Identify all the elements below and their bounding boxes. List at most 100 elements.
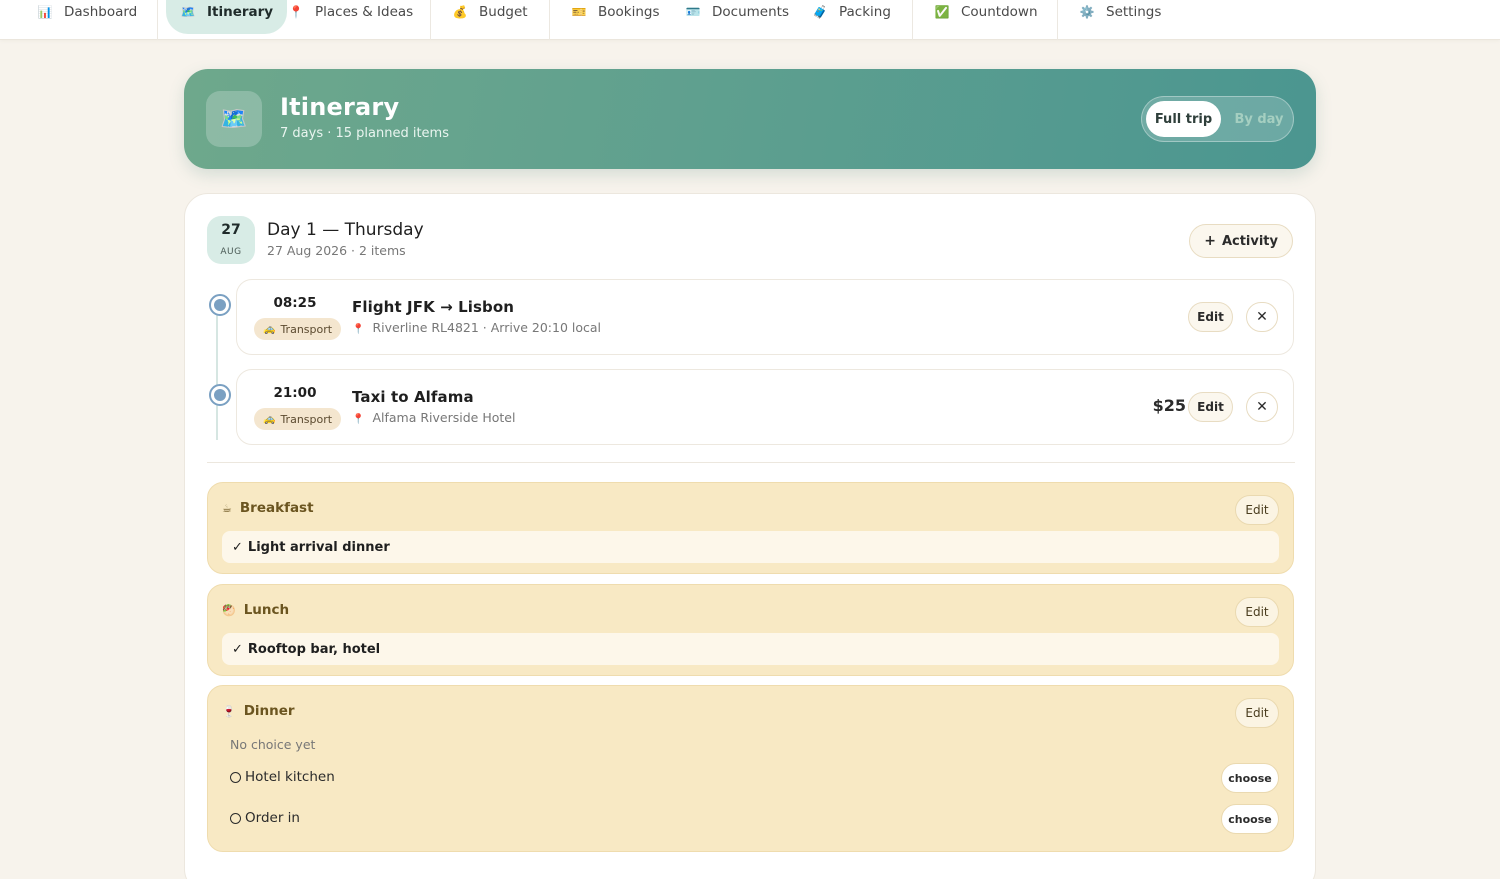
activity-location: 📍 Riverline RL4821 · Arrive 20:10 local	[352, 320, 601, 335]
no-choice-text: No choice yet	[230, 737, 316, 752]
nav-countdown[interactable]: ✅ Countdown	[934, 0, 1038, 34]
delete-activity-button[interactable]: ✕	[1246, 392, 1278, 422]
date-month: AUG	[220, 247, 242, 257]
timeline-dot	[209, 294, 231, 316]
nav-packing-label: Packing	[839, 4, 891, 20]
meal-choice-text: Light arrival dinner	[247, 539, 390, 555]
page-title: Itinerary	[280, 93, 400, 121]
add-activity-label: Activity	[1221, 233, 1278, 249]
location-pin-icon: 📍	[352, 414, 365, 425]
meal-choice-text: Rooftop bar, hotel	[247, 641, 381, 657]
nav-dashboard-label: Dashboard	[64, 4, 138, 20]
meal-label: Dinner	[243, 703, 295, 719]
check-icon: ✓	[232, 641, 243, 657]
taxi-icon: 🚕	[263, 323, 276, 335]
nav-bookings[interactable]: 🎫 Bookings	[571, 0, 660, 34]
activity-price: $25	[1152, 396, 1186, 415]
section-divider	[207, 462, 1295, 463]
pin-icon: 📍	[288, 5, 304, 19]
meal-lunch: 🥙 Lunch Edit ✓ Rooftop bar, hotel	[207, 584, 1294, 676]
wine-glass-icon: 🍷	[222, 704, 236, 718]
ticket-icon: 🎫	[571, 5, 587, 19]
meal-option-label: Hotel kitchen	[245, 769, 335, 785]
check-icon: ✓	[232, 539, 243, 555]
date-badge: 27 AUG	[207, 216, 255, 264]
radio-circle-icon	[230, 812, 241, 824]
day-subtitle: 27 Aug 2026 · 2 items	[267, 243, 406, 258]
map-icon: 🗺️	[180, 5, 196, 19]
nav-divider	[157, 0, 158, 40]
money-bag-icon: 💰	[452, 5, 468, 19]
meal-choice: ✓ Rooftop bar, hotel	[222, 633, 1279, 665]
meal-option-label: Order in	[245, 810, 300, 826]
taxi-icon: 🚕	[263, 413, 276, 425]
meal-header: ☕ Breakfast	[222, 500, 314, 516]
edit-activity-button[interactable]: Edit	[1188, 302, 1233, 332]
nav-places[interactable]: 📍 Places & Ideas	[288, 0, 414, 34]
activity-time: 08:25	[273, 295, 317, 311]
meal-label: Lunch	[243, 602, 290, 618]
falafel-icon: 🥙	[222, 603, 236, 617]
nav-countdown-label: Countdown	[961, 4, 1038, 20]
radio-circle-icon	[230, 771, 241, 783]
top-navigation: 📊 Dashboard 🗺️ Itinerary 📍 Places & Idea…	[0, 0, 1500, 40]
page-subtitle: 7 days · 15 planned items	[280, 126, 449, 141]
date-day: 27	[221, 222, 241, 238]
activity-card[interactable]: 21:00 🚕 Transport Taxi to Alfama 📍 Alfama…	[236, 369, 1294, 445]
nav-itinerary[interactable]: 🗺️ Itinerary	[166, 0, 288, 34]
delete-activity-button[interactable]: ✕	[1246, 302, 1278, 332]
day-title: Day 1 — Thursday	[267, 220, 424, 240]
add-activity-button[interactable]: + Activity	[1189, 224, 1293, 258]
nav-divider	[430, 0, 431, 40]
map-icon: 🗺️	[206, 91, 262, 147]
nav-budget[interactable]: 💰 Budget	[452, 0, 528, 34]
timeline-dot	[209, 384, 231, 406]
edit-meal-button[interactable]: Edit	[1235, 495, 1279, 525]
activity-title: Taxi to Alfama	[352, 388, 474, 406]
meal-option[interactable]: Order in	[230, 810, 300, 826]
activity-location-text: Alfama Riverside Hotel	[372, 410, 516, 425]
itinerary-header: 🗺️ Itinerary 7 days · 15 planned items F…	[184, 69, 1316, 169]
choose-option-button[interactable]: choose	[1221, 804, 1279, 834]
activity-location-text: Riverline RL4821 · Arrive 20:10 local	[372, 320, 602, 335]
nav-dashboard[interactable]: 📊 Dashboard	[37, 0, 138, 34]
day-card: 27 AUG Day 1 — Thursday 27 Aug 2026 · 2 …	[184, 193, 1316, 879]
nav-divider	[1057, 0, 1058, 40]
nav-packing[interactable]: 🧳 Packing	[812, 0, 891, 34]
activity-time: 21:00	[273, 385, 317, 401]
activity-card[interactable]: 08:25 🚕 Transport Flight JFK → Lisbon 📍 R…	[236, 279, 1294, 355]
nav-settings-label: Settings	[1106, 4, 1162, 20]
category-tag-label: Transport	[280, 412, 333, 426]
edit-activity-button[interactable]: Edit	[1188, 392, 1233, 422]
nav-bookings-label: Bookings	[598, 4, 660, 20]
nav-documents[interactable]: 🪪 Documents	[685, 0, 789, 34]
edit-meal-button[interactable]: Edit	[1235, 597, 1279, 627]
nav-documents-label: Documents	[712, 4, 789, 20]
meal-dinner: 🍷 Dinner Edit No choice yet Hotel kitche…	[207, 685, 1294, 852]
meal-breakfast: ☕ Breakfast Edit ✓ Light arrival dinner	[207, 482, 1294, 574]
coffee-icon: ☕	[222, 501, 232, 515]
plus-icon: +	[1204, 233, 1216, 249]
nav-divider	[912, 0, 913, 40]
nav-places-label: Places & Ideas	[315, 4, 414, 20]
meal-header: 🍷 Dinner	[222, 703, 295, 719]
id-card-icon: 🪪	[685, 5, 701, 19]
nav-settings[interactable]: ⚙️ Settings	[1079, 0, 1162, 34]
meal-option[interactable]: Hotel kitchen	[230, 769, 335, 785]
meal-label: Breakfast	[239, 500, 314, 516]
by-day-toggle[interactable]: By day	[1228, 101, 1290, 137]
full-trip-toggle[interactable]: Full trip	[1146, 101, 1221, 137]
timeline-line	[216, 306, 218, 440]
choose-option-button[interactable]: choose	[1221, 763, 1279, 793]
activity-title: Flight JFK → Lisbon	[352, 298, 515, 316]
nav-itinerary-label: Itinerary	[207, 4, 274, 20]
nav-budget-label: Budget	[479, 4, 528, 20]
edit-meal-button[interactable]: Edit	[1235, 698, 1279, 728]
category-tag: 🚕 Transport	[254, 408, 342, 430]
luggage-icon: 🧳	[812, 5, 828, 19]
category-tag-label: Transport	[280, 322, 333, 336]
meal-header: 🥙 Lunch	[222, 602, 289, 618]
bar-chart-icon: 📊	[37, 5, 53, 19]
location-pin-icon: 📍	[352, 324, 365, 335]
category-tag: 🚕 Transport	[254, 318, 342, 340]
